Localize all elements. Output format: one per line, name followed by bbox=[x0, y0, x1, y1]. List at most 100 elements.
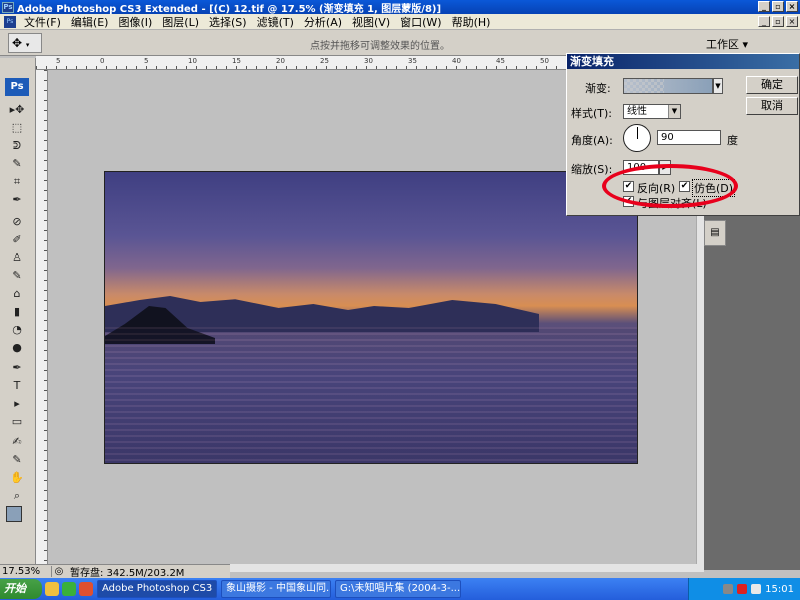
dialog-title: 渐变填充 bbox=[567, 54, 799, 69]
hand-tool-icon[interactable]: ✋ bbox=[8, 470, 26, 485]
photoshop-logo[interactable]: Ps bbox=[5, 78, 29, 96]
menu-layer[interactable]: 图层(L) bbox=[157, 14, 204, 30]
gradient-picker-dropdown[interactable]: ▼ bbox=[713, 78, 723, 94]
crop-tool-icon[interactable]: ⌗ bbox=[8, 174, 26, 189]
history-brush-tool-icon[interactable]: ✎ bbox=[8, 268, 26, 283]
quick-launch-desktop-icon[interactable] bbox=[62, 582, 76, 596]
menu-file[interactable]: 文件(F) bbox=[19, 14, 66, 30]
eyedropper-2-tool-icon[interactable]: ✎ bbox=[8, 452, 26, 467]
brush-tool-icon[interactable]: ✐ bbox=[8, 232, 26, 247]
move-tool-icon: ✥ bbox=[12, 36, 23, 50]
clone-stamp-tool-icon[interactable]: ♙ bbox=[8, 250, 26, 265]
options-hint-text: 点按并拖移可调整效果的位置。 bbox=[310, 41, 450, 52]
notes-tool-icon[interactable]: ✍ bbox=[8, 434, 26, 449]
tray-network-icon[interactable] bbox=[723, 584, 734, 594]
tool-preset-picker[interactable]: ✥ ▾ bbox=[8, 33, 42, 53]
ruler-number: 35 bbox=[408, 57, 417, 65]
zoom-level[interactable]: 17.53% bbox=[0, 566, 52, 577]
start-button[interactable]: 开始 bbox=[0, 579, 42, 599]
restore-button[interactable]: ▫ bbox=[772, 1, 784, 12]
document-image[interactable] bbox=[104, 171, 638, 464]
chevron-down-icon: ▼ bbox=[715, 82, 721, 90]
type-tool-icon[interactable]: T bbox=[8, 378, 26, 393]
angle-unit: 度 bbox=[727, 134, 738, 147]
minimize-button[interactable]: _ bbox=[758, 1, 770, 12]
title-bar: Ps Adobe Photoshop CS3 Extended - [(C) 1… bbox=[0, 0, 800, 15]
toolbox: Ps ▸✥ ⬚ ᕲ ✎ ⌗ ✒ ⊘ ✐ ♙ ✎ ⌂ ▮ ◔ ● ✒ T ▸ ▭ … bbox=[0, 58, 36, 570]
document-window-controls: _ ▫ × bbox=[758, 16, 798, 27]
style-label: 样式(T): bbox=[571, 107, 613, 120]
horizontal-scrollbar[interactable] bbox=[230, 564, 704, 572]
angle-dial[interactable] bbox=[623, 124, 651, 152]
photoshop-app-icon: Ps bbox=[2, 1, 14, 13]
eraser-tool-icon[interactable]: ⌂ bbox=[8, 286, 26, 301]
workspace-menu[interactable]: 工作区 ▾ bbox=[706, 36, 748, 52]
menu-filter[interactable]: 滤镜(T) bbox=[252, 14, 299, 30]
menu-view[interactable]: 视图(V) bbox=[347, 14, 395, 30]
menu-window[interactable]: 窗口(W) bbox=[395, 14, 446, 30]
taskbar-item-photoshop[interactable]: Adobe Photoshop CS3 E... bbox=[97, 580, 217, 598]
move-tool-icon[interactable]: ▸✥ bbox=[8, 102, 26, 117]
tray-volume-icon[interactable] bbox=[751, 584, 762, 594]
document-icon[interactable]: Ps bbox=[4, 15, 16, 28]
gradient-label: 渐变: bbox=[585, 82, 611, 95]
system-tray: 15:01 bbox=[688, 578, 800, 600]
sea-surface bbox=[105, 327, 637, 463]
ruler-number: 30 bbox=[364, 57, 373, 65]
tray-antivirus-icon[interactable] bbox=[737, 584, 748, 594]
horizontal-ruler[interactable]: 5 0 5 10 15 20 25 30 35 40 45 50 bbox=[36, 56, 566, 70]
taskbar-item-browser[interactable]: 象山摄影 - 中国象山同... bbox=[221, 580, 331, 598]
ruler-number: 5 bbox=[56, 57, 61, 65]
quick-launch-ie-icon[interactable] bbox=[45, 582, 59, 596]
gradient-tool-icon[interactable]: ▮ bbox=[8, 304, 26, 319]
shape-tool-icon[interactable]: ▭ bbox=[8, 414, 26, 429]
ruler-number: 50 bbox=[540, 57, 549, 65]
dodge-tool-icon[interactable]: ● bbox=[8, 340, 26, 355]
menu-help[interactable]: 帮助(H) bbox=[447, 14, 496, 30]
chevron-down-icon: ▾ bbox=[25, 41, 30, 49]
healing-brush-tool-icon[interactable]: ⊘ bbox=[8, 214, 26, 229]
cancel-button[interactable]: 取消 bbox=[746, 97, 798, 115]
ruler-number: 40 bbox=[452, 57, 461, 65]
angle-input[interactable]: 90 bbox=[657, 130, 721, 145]
scale-label: 缩放(S): bbox=[571, 163, 613, 176]
ruler-number: 10 bbox=[188, 57, 197, 65]
menu-edit[interactable]: 编辑(E) bbox=[66, 14, 114, 30]
ok-button[interactable]: 确定 bbox=[746, 76, 798, 94]
vertical-ruler[interactable] bbox=[36, 70, 48, 564]
style-select[interactable]: 线性 ▼ bbox=[623, 104, 681, 119]
quick-launch-media-icon[interactable] bbox=[79, 582, 93, 596]
taskbar-item-explorer[interactable]: G:\未知唱片集 (2004-3-... bbox=[335, 580, 461, 598]
ruler-number: 5 bbox=[144, 57, 149, 65]
blur-tool-icon[interactable]: ◔ bbox=[8, 322, 26, 337]
clock[interactable]: 15:01 bbox=[765, 584, 794, 595]
scratch-disk-info: 暂存盘: 342.5M/203.2M bbox=[70, 568, 185, 579]
menu-analysis[interactable]: 分析(A) bbox=[299, 14, 347, 30]
eyedropper-tool-icon[interactable]: ✒ bbox=[8, 192, 26, 207]
ruler-number: 15 bbox=[232, 57, 241, 65]
style-value: 线性 bbox=[627, 106, 647, 117]
window-controls: _ ▫ × bbox=[758, 1, 798, 12]
gradient-preview[interactable] bbox=[623, 78, 713, 94]
menu-bar: Ps 文件(F) 编辑(E) 图像(I) 图层(L) 选择(S) 滤镜(T) 分… bbox=[0, 14, 800, 30]
panel-icon: ▤ bbox=[710, 227, 720, 238]
lasso-tool-icon[interactable]: ᕲ bbox=[8, 138, 26, 153]
pen-tool-icon[interactable]: ✒ bbox=[8, 360, 26, 375]
magic-wand-tool-icon[interactable]: ✎ bbox=[8, 156, 26, 171]
foreground-color-swatch[interactable] bbox=[6, 506, 22, 522]
marquee-tool-icon[interactable]: ⬚ bbox=[8, 120, 26, 135]
doc-minimize-button[interactable]: _ bbox=[758, 16, 770, 27]
windows-taskbar: 开始 Adobe Photoshop CS3 E... 象山摄影 - 中国象山同… bbox=[0, 578, 800, 600]
doc-close-button[interactable]: × bbox=[786, 16, 798, 27]
navigator-icon[interactable]: ◎ bbox=[52, 566, 66, 577]
zoom-tool-icon[interactable]: ⌕ bbox=[8, 488, 26, 503]
panel-icon-button[interactable]: ▤ bbox=[704, 220, 726, 246]
path-selection-tool-icon[interactable]: ▸ bbox=[8, 396, 26, 411]
menu-select[interactable]: 选择(S) bbox=[204, 14, 252, 30]
ruler-number: 25 bbox=[320, 57, 329, 65]
doc-restore-button[interactable]: ▫ bbox=[772, 16, 784, 27]
close-button[interactable]: × bbox=[786, 1, 798, 12]
menu-image[interactable]: 图像(I) bbox=[113, 14, 157, 30]
chevron-down-icon: ▼ bbox=[668, 105, 680, 118]
ruler-number: 45 bbox=[496, 57, 505, 65]
